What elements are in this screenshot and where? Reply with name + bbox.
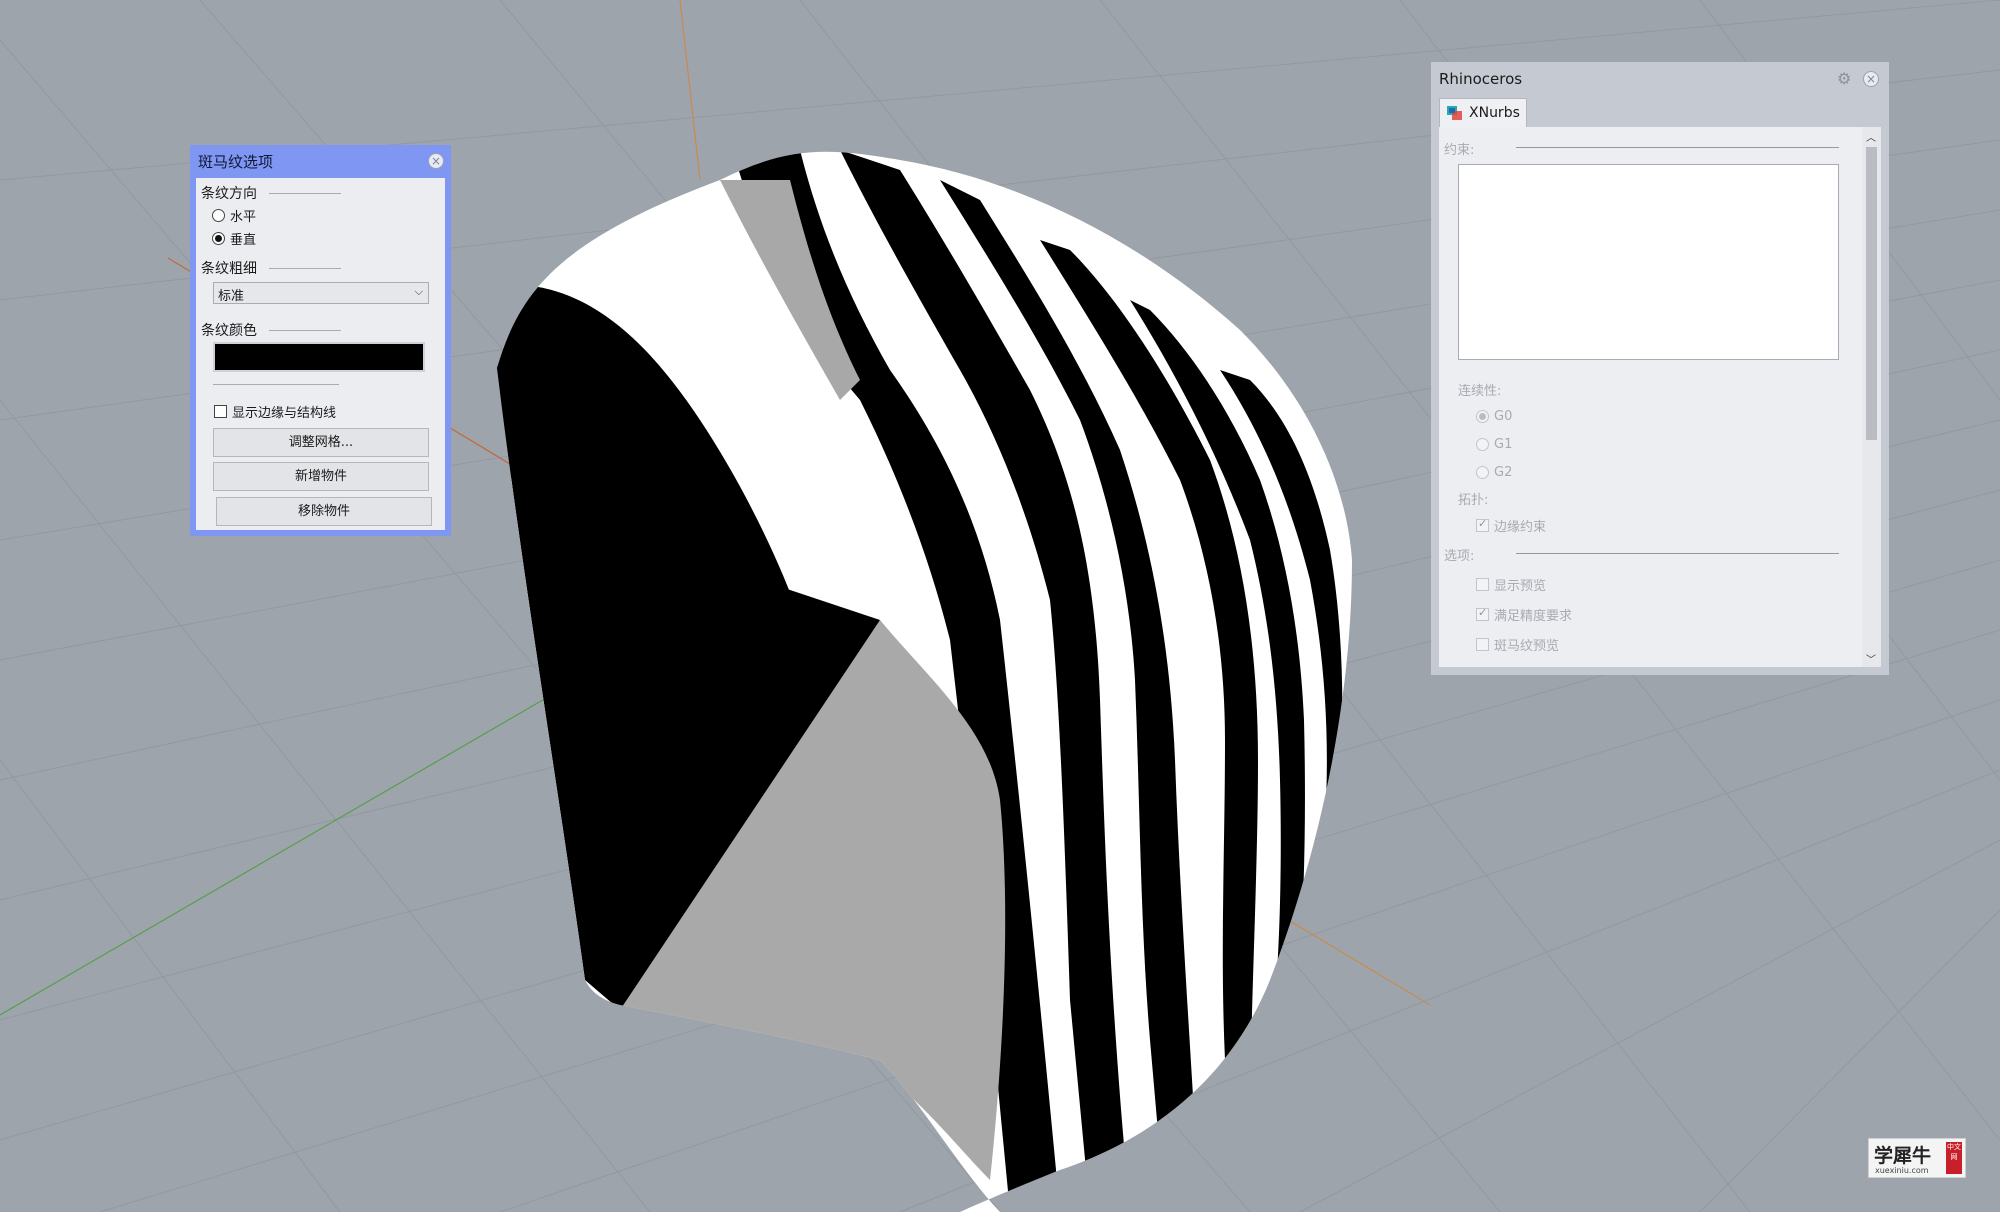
dialog-titlebar[interactable]: 斑马纹选项 ×	[190, 145, 451, 178]
checkbox-label: 边缘约束	[1494, 520, 1547, 535]
edge-constraint-checkbox[interactable]	[1476, 517, 1489, 532]
close-icon[interactable]: ×	[428, 153, 444, 169]
gear-icon[interactable]: ⚙	[1837, 69, 1851, 88]
adjust-mesh-button[interactable]: 调整网格...	[213, 428, 429, 457]
panel-content: 约束: 连续性: G0 G1 G2 拓扑: 边缘约束 选项: 显示预览	[1439, 127, 1862, 667]
radio-horizontal[interactable]: 水平	[212, 206, 256, 225]
color-section-label: 条纹颜色	[201, 323, 257, 339]
section-divider	[1516, 553, 1839, 554]
checkbox-label: 显示预览	[1494, 579, 1547, 594]
zebra-surface[interactable]	[440, 140, 1380, 1212]
radio-label: G1	[1494, 437, 1513, 452]
show-edges-checkbox-row[interactable]: 显示边缘与结构线	[214, 402, 336, 421]
xnurbs-panel: Rhinoceros ⚙ × XNurbs 约束: 连续性: G0 G1 G2 …	[1431, 62, 1889, 675]
watermark-seal: 中文网	[1946, 1142, 1962, 1174]
direction-section-label: 条纹方向	[201, 186, 257, 202]
site-watermark-logo: 学犀牛 xuexiniu.com 中文网	[1868, 1138, 1966, 1178]
radio-label: 水平	[230, 210, 257, 225]
watermark-text: 学犀牛	[1874, 1145, 1932, 1167]
remove-object-button[interactable]: 移除物件	[216, 497, 432, 526]
checkbox-label: 斑马纹预览	[1494, 639, 1560, 654]
section-divider	[269, 330, 341, 331]
xnurbs-icon	[1447, 106, 1462, 120]
thickness-section-label: 条纹粗细	[201, 261, 257, 277]
tolerance-checkbox[interactable]	[1476, 606, 1489, 621]
edge-constraint-row[interactable]: 边缘约束	[1476, 516, 1546, 535]
radio-g2[interactable]: G2	[1476, 465, 1512, 480]
panel-titlebar[interactable]: Rhinoceros ⚙ ×	[1431, 62, 1889, 96]
section-divider	[213, 384, 339, 385]
scrollbar-thumb[interactable]	[1866, 147, 1877, 440]
radio-g1[interactable]: G1	[1476, 437, 1512, 452]
section-divider	[269, 268, 341, 269]
radio-button[interactable]	[212, 209, 225, 222]
stripe-color-swatch[interactable]	[213, 342, 425, 372]
radio-button-selected[interactable]	[1476, 410, 1489, 423]
watermark-url: xuexiniu.com	[1875, 1166, 1929, 1175]
constraint-list[interactable]	[1458, 164, 1839, 360]
radio-button-selected[interactable]	[212, 232, 225, 245]
radio-button[interactable]	[1476, 466, 1489, 479]
dropdown-value: 标准	[218, 289, 245, 304]
checkbox-label: 满足精度要求	[1494, 609, 1573, 624]
radio-label: G2	[1494, 465, 1513, 480]
radio-label: G0	[1494, 409, 1513, 424]
radio-label: 垂直	[230, 233, 257, 248]
section-divider	[269, 193, 341, 194]
checkbox-label: 显示边缘与结构线	[232, 406, 337, 421]
continuity-label: 连续性:	[1458, 384, 1502, 399]
tolerance-row[interactable]: 满足精度要求	[1476, 605, 1572, 624]
dialog-title: 斑马纹选项	[198, 153, 274, 171]
show-preview-checkbox[interactable]	[1476, 578, 1489, 591]
y-axis	[0, 689, 561, 1016]
thickness-dropdown[interactable]: 标准 ⌵	[213, 282, 429, 304]
radio-vertical[interactable]: 垂直	[212, 229, 256, 248]
section-divider	[1516, 147, 1839, 148]
chevron-up-icon[interactable]: ︿	[1866, 129, 1876, 144]
panel-scrollbar[interactable]: ︿ ﹀	[1862, 127, 1881, 667]
options-label: 选项:	[1444, 549, 1475, 564]
zebra-options-dialog: 斑马纹选项 × 条纹方向 水平 垂直 条纹粗细 标准 ⌵ 条纹颜色 显示边缘与结…	[190, 145, 451, 536]
dialog-body: 条纹方向 水平 垂直 条纹粗细 标准 ⌵ 条纹颜色 显示边缘与结构线 调整网格.…	[196, 178, 445, 530]
tab-label: XNurbs	[1469, 105, 1520, 121]
z-axis	[679, 0, 701, 181]
constraints-label: 约束:	[1444, 143, 1475, 158]
panel-title: Rhinoceros	[1439, 70, 1523, 88]
zebra-preview-row[interactable]: 斑马纹预览	[1476, 635, 1559, 654]
topology-label: 拓扑:	[1458, 493, 1489, 508]
show-preview-row[interactable]: 显示预览	[1476, 575, 1546, 594]
radio-button[interactable]	[1476, 438, 1489, 451]
chevron-down-icon[interactable]: ﹀	[1866, 651, 1876, 666]
add-object-button[interactable]: 新增物件	[213, 462, 429, 491]
zebra-preview-checkbox[interactable]	[1476, 638, 1489, 651]
show-edges-checkbox[interactable]	[214, 405, 227, 418]
chevron-down-icon: ⌵	[414, 285, 423, 298]
tab-xnurbs[interactable]: XNurbs	[1439, 98, 1527, 127]
close-icon[interactable]: ×	[1863, 71, 1879, 87]
radio-g0[interactable]: G0	[1476, 409, 1512, 424]
